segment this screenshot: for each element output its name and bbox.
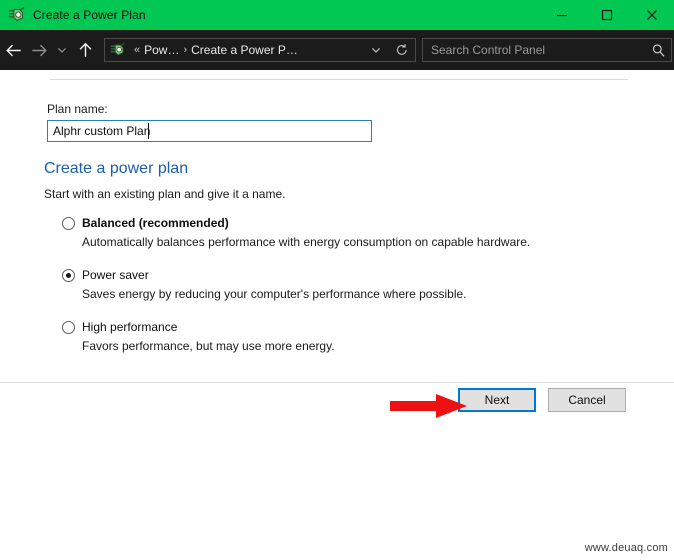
radio-description-power-saver: Saves energy by reducing your computer's…	[82, 287, 467, 301]
power-plan-icon	[110, 42, 126, 58]
breadcrumb-overflow[interactable]: «	[130, 44, 144, 56]
maximize-button[interactable]	[584, 0, 629, 30]
radio-description-balanced: Automatically balances performance with …	[82, 235, 531, 249]
radio-label-balanced: Balanced (recommended)	[82, 216, 229, 230]
minimize-button[interactable]	[539, 0, 584, 30]
control-panel-window: Create a Power Plan « Pow… › Create a Po…	[0, 0, 674, 425]
window-titlebar: Create a Power Plan	[0, 0, 674, 30]
page-subtitle: Start with an existing plan and give it …	[44, 187, 286, 201]
search-button[interactable]	[645, 43, 671, 58]
dialog-content: Create a power plan Start with an existi…	[0, 70, 674, 382]
search-icon	[652, 43, 664, 57]
section-divider	[50, 79, 628, 80]
plan-name-label: Plan name:	[47, 102, 108, 116]
back-arrow-icon	[5, 44, 21, 56]
radio-option-balanced[interactable]: Balanced (recommended) Automatically bal…	[62, 216, 530, 249]
next-button[interactable]: Next	[458, 388, 536, 412]
radio-power-saver[interactable]	[62, 269, 75, 282]
radio-option-power-saver[interactable]: Power saver Saves energy by reducing you…	[62, 268, 467, 301]
radio-option-high-performance[interactable]: High performance Favors performance, but…	[62, 320, 335, 353]
power-plan-icon	[8, 6, 26, 24]
refresh-icon	[396, 44, 407, 55]
navigation-bar: « Pow… › Create a Power P…	[0, 30, 674, 70]
dialog-footer: Next Cancel	[0, 382, 674, 425]
up-arrow-icon	[79, 42, 91, 57]
chevron-down-icon	[371, 47, 381, 53]
window-title: Create a Power Plan	[33, 8, 146, 22]
watermark: www.deuaq.com	[584, 542, 668, 554]
window-controls	[539, 0, 674, 30]
recent-locations-button[interactable]	[52, 31, 72, 69]
minimize-icon	[556, 15, 567, 17]
refresh-button[interactable]	[389, 39, 415, 61]
close-icon	[646, 10, 657, 20]
radio-high-performance[interactable]	[62, 321, 75, 334]
radio-balanced[interactable]	[62, 217, 75, 230]
address-bar[interactable]: « Pow… › Create a Power P…	[104, 38, 416, 62]
radio-label-high-performance: High performance	[82, 320, 178, 334]
chevron-down-icon	[57, 47, 67, 53]
breadcrumb-item-create-a-power-plan[interactable]: Create a Power P…	[191, 43, 298, 57]
radio-label-power-saver: Power saver	[82, 268, 149, 282]
back-button[interactable]	[0, 31, 26, 69]
up-button[interactable]	[72, 31, 98, 69]
text-cursor	[148, 123, 149, 139]
page-title: Create a power plan	[44, 160, 189, 177]
address-dropdown-button[interactable]	[363, 39, 389, 61]
cancel-button[interactable]: Cancel	[548, 388, 626, 412]
forward-button[interactable]	[26, 31, 52, 69]
breadcrumb-item-power-options[interactable]: Pow…	[144, 43, 179, 57]
maximize-icon	[601, 9, 612, 21]
radio-description-high-performance: Favors performance, but may use more ene…	[82, 339, 335, 353]
close-button[interactable]	[629, 0, 674, 30]
breadcrumb-separator-icon[interactable]: ›	[179, 44, 191, 56]
plan-name-input[interactable]	[47, 120, 372, 142]
search-box[interactable]	[422, 38, 672, 62]
forward-arrow-icon	[31, 44, 47, 56]
search-input[interactable]	[423, 42, 645, 58]
